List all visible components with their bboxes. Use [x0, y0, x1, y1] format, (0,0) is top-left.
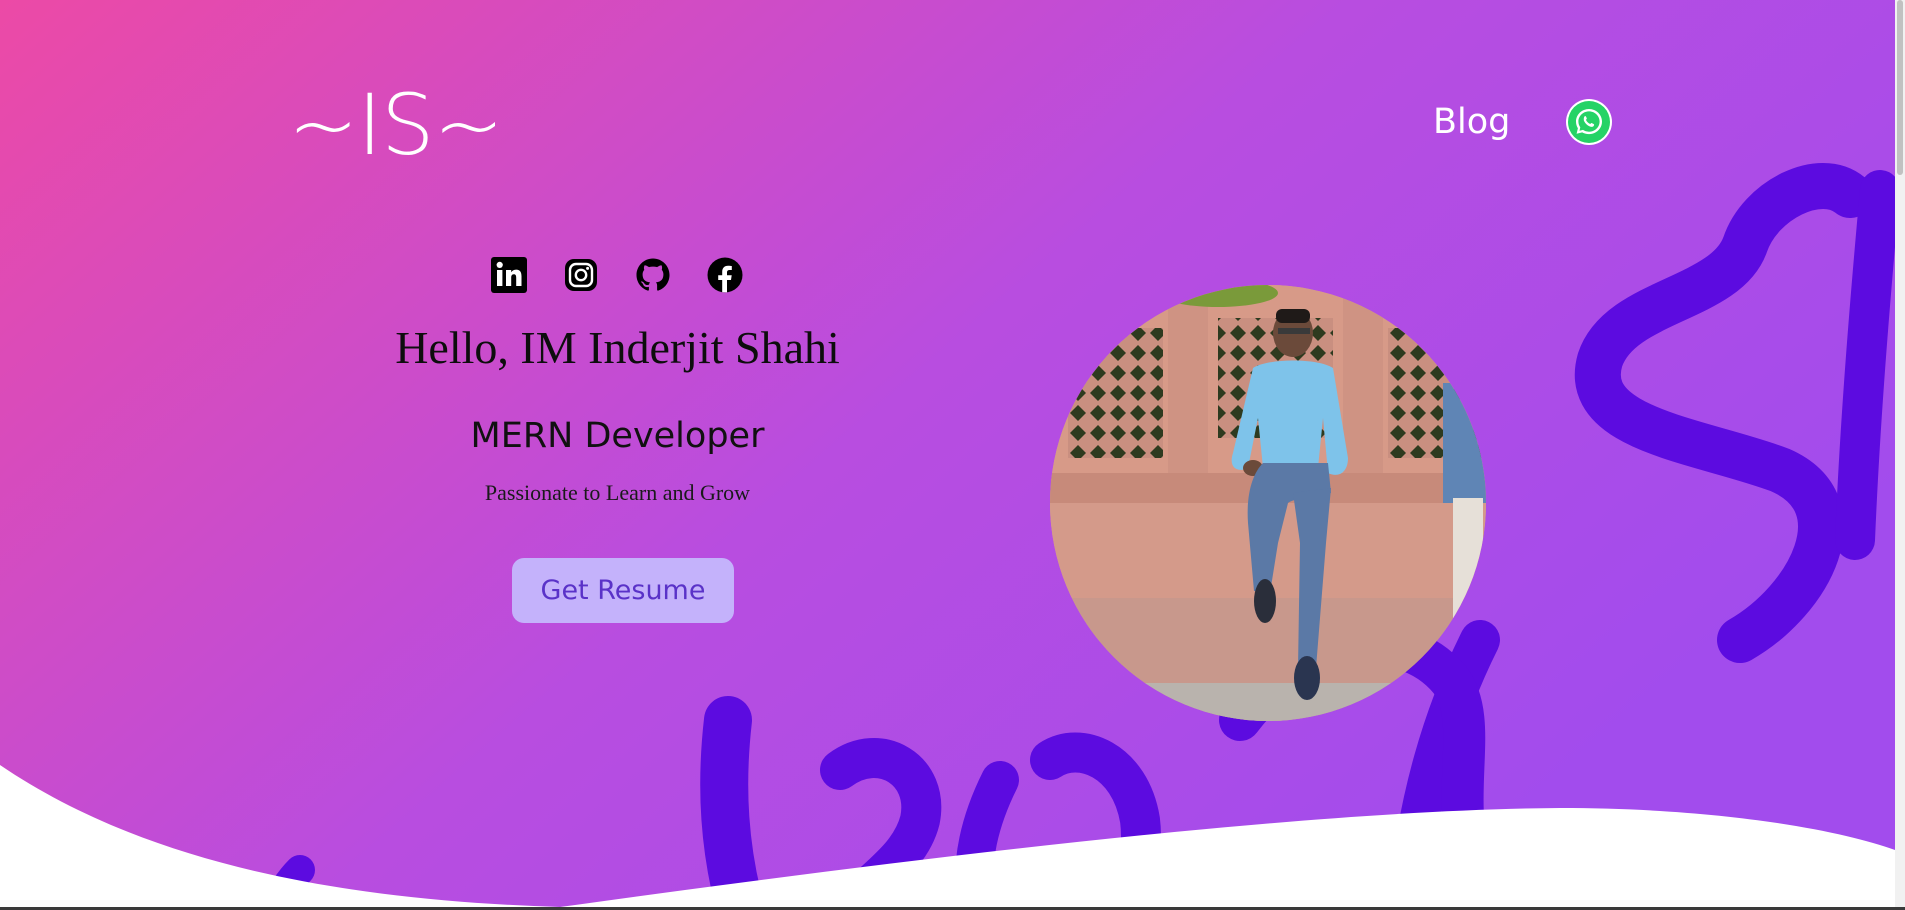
linkedin-icon[interactable]	[490, 256, 528, 294]
get-resume-button[interactable]: Get Resume	[512, 558, 734, 623]
hero-greeting: Hello, IM Inderjit Shahi	[395, 322, 840, 373]
facebook-icon[interactable]	[706, 256, 744, 294]
instagram-icon[interactable]	[562, 256, 600, 294]
scrollbar-thumb[interactable]	[1897, 0, 1903, 175]
page: ~IS~ Blog Hello, IM Inderjit Shahi MERN …	[0, 0, 1895, 907]
hero-role: MERN Developer	[470, 416, 765, 456]
github-icon[interactable]	[634, 256, 672, 294]
nav-link-blog[interactable]: Blog	[1433, 100, 1510, 144]
whatsapp-icon[interactable]	[1565, 98, 1613, 146]
hero-tagline: Passionate to Learn and Grow	[484, 480, 751, 505]
profile-photo	[1050, 285, 1486, 721]
site-logo[interactable]: ~IS~	[288, 80, 504, 170]
